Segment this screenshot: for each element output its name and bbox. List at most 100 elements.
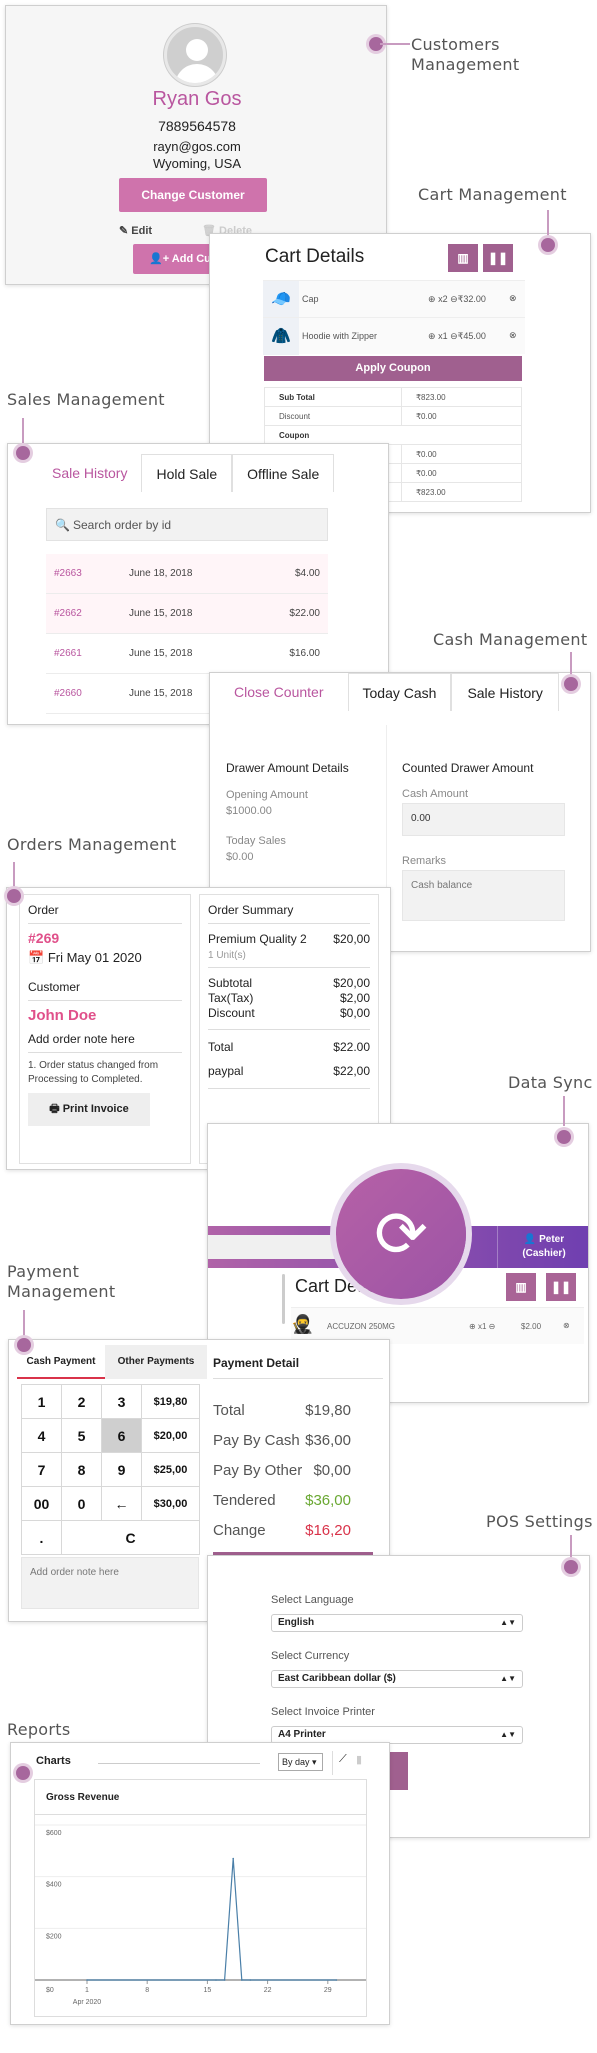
- drawer-title: Drawer Amount Details: [226, 761, 349, 775]
- keypad-key[interactable]: 1: [21, 1384, 62, 1419]
- minus-icon[interactable]: ⊖: [489, 1322, 496, 1331]
- keypad-key[interactable]: 4: [21, 1418, 62, 1453]
- sale-row[interactable]: #2663 June 18, 2018 $4.00: [46, 554, 328, 594]
- keypad-key[interactable]: 6: [101, 1418, 142, 1453]
- callout-dot: [564, 1560, 578, 1574]
- keypad-key-dot[interactable]: .: [21, 1520, 62, 1555]
- counted-title: Counted Drawer Amount: [402, 761, 534, 775]
- scrollbar[interactable]: [282, 1274, 285, 1324]
- printer-icon: 🖶: [49, 1103, 63, 1115]
- section-label-sync: Data Sync: [508, 1073, 593, 1092]
- payment-detail-title: Payment Detail: [213, 1356, 383, 1379]
- keypad-key-clear[interactable]: C: [61, 1520, 200, 1555]
- callout-dot: [541, 238, 555, 252]
- keypad-key[interactable]: 0: [61, 1486, 102, 1521]
- edit-icon: ✎: [119, 225, 132, 237]
- tab-today-cash[interactable]: Today Cash: [347, 673, 452, 711]
- section-label-reports: Reports: [7, 1720, 71, 1739]
- payment-detail-row: Pay By Other $0,00: [213, 1462, 351, 1479]
- currency-select[interactable]: East Caribbean dollar ($) ▲▼: [271, 1670, 523, 1688]
- keypad-key[interactable]: ←: [101, 1486, 142, 1521]
- tab-sale-history[interactable]: Sale History: [38, 454, 142, 492]
- cart-item: 🧥 Hoodie with Zipper ⊕ x1 ⊖₹45.00 ⊗: [263, 317, 525, 355]
- plus-icon[interactable]: ⊕: [428, 294, 436, 304]
- minus-icon[interactable]: ⊖: [450, 331, 458, 341]
- quick-amount-key[interactable]: $25,00: [141, 1452, 200, 1487]
- y-tick-label: $400: [46, 1882, 62, 1889]
- sale-row[interactable]: #2662 June 15, 2018 $22.00: [46, 594, 328, 634]
- print-invoice-button[interactable]: 🖶 Print Invoice: [28, 1093, 150, 1126]
- customer-phone: 7889564578: [158, 118, 236, 134]
- barcode-button[interactable]: ▥: [506, 1273, 536, 1301]
- remove-item-icon[interactable]: ⊗: [509, 293, 517, 304]
- reports-panel: Charts By day ▾ ⟋ ▮ Gross Revenue $0 $200…: [10, 1742, 390, 2025]
- section-label-cart: Cart Management: [418, 185, 567, 204]
- keypad-key[interactable]: 00: [21, 1486, 62, 1521]
- barcode-button[interactable]: ▥: [448, 244, 478, 272]
- charts-title: Charts: [36, 1755, 71, 1767]
- keypad-key[interactable]: 5: [61, 1418, 102, 1453]
- payment-detail-row: Pay By Cash $36,00: [213, 1432, 351, 1449]
- tab-offline-sale[interactable]: Offline Sale: [232, 454, 335, 492]
- payment-detail-row: Change $16,20: [213, 1522, 351, 1539]
- pause-button[interactable]: ❚❚: [546, 1273, 576, 1301]
- bar-chart-icon[interactable]: ▮: [356, 1753, 362, 1766]
- plus-icon[interactable]: ⊕: [469, 1322, 476, 1331]
- avatar: [164, 24, 226, 86]
- cash-amount-input[interactable]: 0.00: [402, 803, 565, 836]
- data-point: [232, 1857, 234, 1860]
- period-select[interactable]: By day ▾: [278, 1753, 323, 1771]
- order-note-textarea[interactable]: Add order note here: [21, 1557, 199, 1609]
- callout-dot: [564, 677, 578, 691]
- tab-close-counter[interactable]: Close Counter: [210, 673, 348, 711]
- user-badge[interactable]: 👤 Peter (Cashier): [497, 1226, 588, 1268]
- sync-icon: ⟳: [374, 1198, 428, 1270]
- sale-row[interactable]: #2661 June 15, 2018 $16.00: [46, 634, 328, 674]
- keypad-key[interactable]: 7: [21, 1452, 62, 1487]
- apply-coupon-button[interactable]: Apply Coupon: [264, 356, 522, 381]
- change-customer-button[interactable]: Change Customer: [119, 178, 267, 212]
- section-label-orders: Orders Management: [7, 835, 177, 854]
- keypad: 1 2 3 $19,80 4 5 6 $20,00 7 8 9 $25,00 00 0 ← $30,00. C: [21, 1384, 200, 1555]
- tab-sale-history[interactable]: Sale History: [451, 673, 559, 711]
- quick-amount-key[interactable]: $20,00: [141, 1418, 200, 1453]
- keypad-key[interactable]: 2: [61, 1384, 102, 1419]
- language-select[interactable]: English ▲▼: [271, 1614, 523, 1632]
- remove-item-icon[interactable]: ⊗: [509, 330, 517, 341]
- search-order-input[interactable]: 🔍 Search order by id: [46, 508, 328, 541]
- x-axis-label: Apr 2020: [73, 1999, 102, 2006]
- callout-line: [563, 1096, 565, 1126]
- plus-icon[interactable]: ⊕: [428, 331, 436, 341]
- tab-other-payments[interactable]: Other Payments: [105, 1345, 207, 1379]
- x-tick-label: 1: [85, 1987, 89, 1994]
- cart-title: Cart Details: [265, 246, 365, 267]
- callout-line: [570, 652, 572, 678]
- section-label-sales: Sales Management: [7, 390, 165, 409]
- section-label-customers: Customers Management: [411, 35, 520, 74]
- tab-hold-sale[interactable]: Hold Sale: [141, 454, 233, 492]
- y-tick-label: $600: [46, 1830, 62, 1837]
- order-id: #269: [28, 930, 60, 946]
- barcode-icon: ▥: [457, 251, 469, 265]
- keypad-key[interactable]: 9: [101, 1452, 142, 1487]
- keypad-key[interactable]: 8: [61, 1452, 102, 1487]
- cap-image: 🧢: [263, 281, 299, 318]
- remove-item-icon[interactable]: ⊗: [563, 1321, 570, 1330]
- x-tick-label: 29: [324, 1987, 332, 1994]
- tab-cash-payment[interactable]: Cash Payment: [17, 1345, 105, 1379]
- data-point: [86, 1979, 88, 1981]
- x-tick-label: 15: [204, 1987, 212, 1994]
- quick-amount-key[interactable]: $30,00: [141, 1486, 200, 1521]
- quick-amount-key[interactable]: $19,80: [141, 1384, 200, 1419]
- pause-button[interactable]: ❚❚: [483, 244, 513, 272]
- remarks-textarea[interactable]: Cash balance: [402, 870, 565, 921]
- keypad-key[interactable]: 3: [101, 1384, 142, 1419]
- edit-customer-link[interactable]: ✎ Edit: [119, 224, 152, 237]
- gross-revenue-chart: $0 $200 $400 $600 1 8 15 22 29 Apr 2020: [35, 1824, 366, 2006]
- line-chart-icon[interactable]: ⟋: [339, 1753, 347, 1766]
- sync-button[interactable]: ⟳: [336, 1169, 466, 1299]
- order-note[interactable]: Add order note here: [28, 1032, 182, 1052]
- totals-row: Coupon: [264, 425, 522, 445]
- minus-icon[interactable]: ⊖: [450, 294, 458, 304]
- callout-dot: [17, 1338, 31, 1352]
